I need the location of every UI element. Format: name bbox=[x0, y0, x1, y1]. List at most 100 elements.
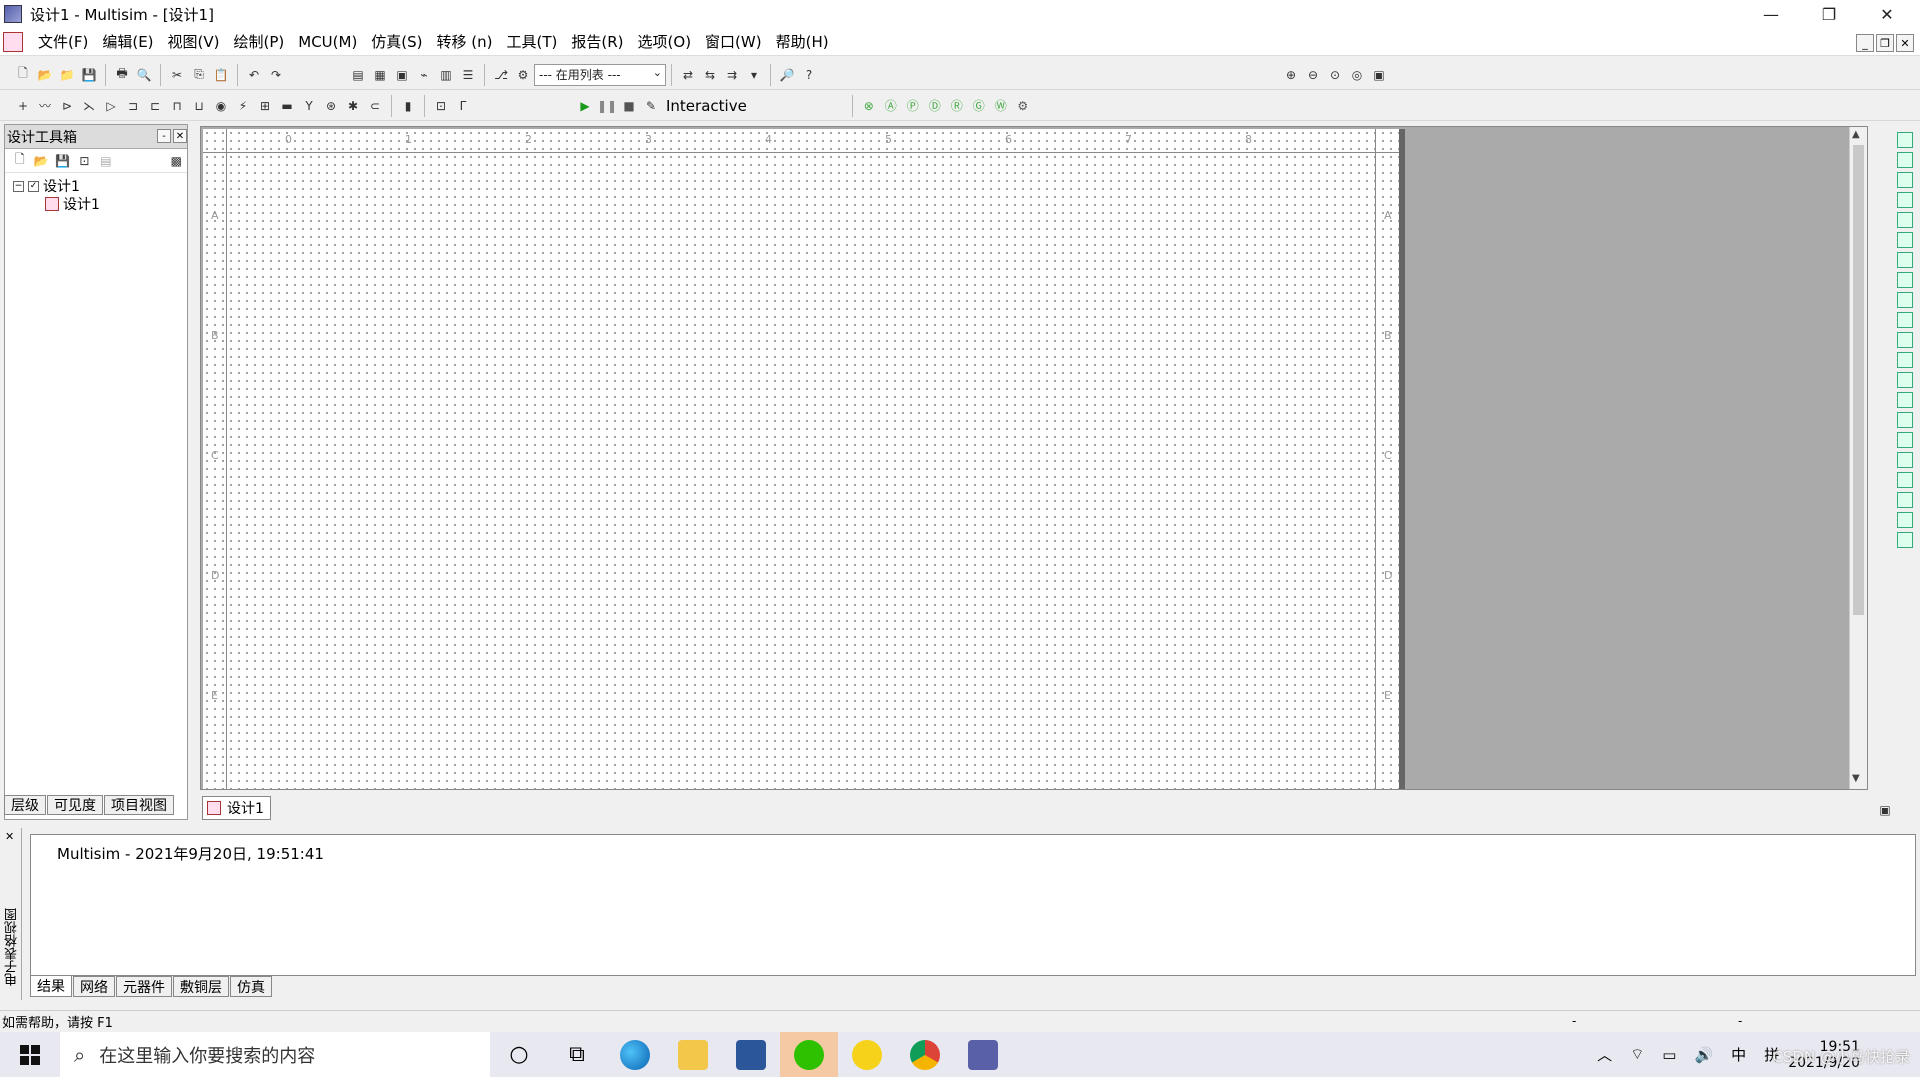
tab-visibility[interactable]: 可见度 bbox=[47, 795, 103, 815]
full-screen-icon[interactable]: ▣ bbox=[1369, 65, 1389, 85]
menu-mcu[interactable]: MCU(M) bbox=[291, 33, 364, 51]
agilent-multimeter-icon[interactable] bbox=[1897, 432, 1913, 448]
place-advanced-peripherals-icon[interactable]: ▬ bbox=[277, 96, 297, 116]
zoom-area-icon[interactable]: ⊙ bbox=[1325, 65, 1345, 85]
close-design-icon[interactable]: ⊡ bbox=[75, 151, 95, 171]
hierarchical-block-icon[interactable]: ⊡ bbox=[431, 96, 451, 116]
mdi-minimize-button[interactable]: _ bbox=[1856, 34, 1874, 52]
probe-power-icon[interactable]: Ⓟ bbox=[903, 96, 923, 116]
word-generator-icon[interactable] bbox=[1897, 272, 1913, 288]
probe-current-icon[interactable]: Ⓐ bbox=[881, 96, 901, 116]
grapher-icon[interactable]: ⌁ bbox=[414, 65, 434, 85]
print-icon[interactable]: 🖶 bbox=[112, 65, 132, 85]
close-button[interactable]: ✕ bbox=[1858, 0, 1916, 28]
restore-button[interactable]: ❐ bbox=[1800, 0, 1858, 28]
place-ni-component-icon[interactable]: ✱ bbox=[343, 96, 363, 116]
document-icon[interactable] bbox=[3, 31, 23, 52]
forward-annotate-icon[interactable]: ⇉ bbox=[722, 65, 742, 85]
design-props-icon[interactable]: ▩ bbox=[166, 151, 186, 171]
ni-elvis-icon[interactable] bbox=[1897, 512, 1913, 528]
new-file-icon[interactable]: 🗋 bbox=[13, 65, 33, 85]
menu-place[interactable]: 绘制(P) bbox=[227, 31, 292, 52]
pause-simulation-icon[interactable]: ❚❚ bbox=[597, 96, 617, 116]
multisim-taskbar-icon[interactable] bbox=[954, 1032, 1012, 1077]
bode-plotter-icon[interactable] bbox=[1897, 232, 1913, 248]
help-icon[interactable]: ? bbox=[799, 65, 819, 85]
place-basic-icon[interactable]: 〰 bbox=[35, 96, 55, 116]
mdi-restore-button[interactable]: ❐ bbox=[1876, 34, 1894, 52]
place-transistor-icon[interactable]: ⋋ bbox=[79, 96, 99, 116]
tab-project-view[interactable]: 项目视图 bbox=[104, 795, 174, 815]
probe-settings-icon[interactable]: ⚙ bbox=[1013, 96, 1033, 116]
menu-tools[interactable]: 工具(T) bbox=[500, 31, 565, 52]
open-sample-icon[interactable]: 📁 bbox=[57, 65, 77, 85]
sheet-view-icon[interactable]: ▣ bbox=[1875, 800, 1895, 820]
tab-hierarchy[interactable]: 层级 bbox=[4, 795, 46, 815]
oscilloscope-icon[interactable] bbox=[1897, 192, 1913, 208]
wechat-icon[interactable] bbox=[780, 1032, 838, 1077]
volume-icon[interactable]: 🔊 bbox=[1694, 1046, 1713, 1064]
tray-expand-icon[interactable]: ︿ bbox=[1597, 1044, 1612, 1065]
labview-instrument-icon[interactable] bbox=[1897, 492, 1913, 508]
place-power-icon[interactable]: ⚡ bbox=[233, 96, 253, 116]
electrical-rules-icon[interactable]: ⚙ bbox=[513, 65, 533, 85]
place-cmos-icon[interactable]: ⊏ bbox=[145, 96, 165, 116]
probe-reference-icon[interactable]: Ⓡ bbox=[947, 96, 967, 116]
place-analog-icon[interactable]: ▷ bbox=[101, 96, 121, 116]
spectrum-analyzer-icon[interactable] bbox=[1897, 372, 1913, 388]
panel-pin-icon[interactable]: - bbox=[157, 129, 171, 143]
zoom-in-icon[interactable]: ⊕ bbox=[1281, 65, 1301, 85]
place-rf-icon[interactable]: Y bbox=[299, 96, 319, 116]
tree-check-icon[interactable]: ✓ bbox=[28, 180, 39, 192]
mdi-close-button[interactable]: ✕ bbox=[1896, 34, 1914, 52]
edge-browser-icon[interactable] bbox=[606, 1032, 664, 1077]
stop-simulation-icon[interactable]: ■ bbox=[619, 96, 639, 116]
place-mcu-icon[interactable]: ▮ bbox=[398, 96, 418, 116]
canvas-vertical-scrollbar[interactable]: ▲ ▼ bbox=[1849, 127, 1867, 789]
schematic-canvas[interactable]: 0 1 2 3 4 5 6 7 8 A B C D E A B C D E ▲ … bbox=[200, 126, 1868, 790]
scroll-down-icon[interactable]: ▼ bbox=[1852, 773, 1860, 784]
annotate-dropdown-icon[interactable]: ▾ bbox=[744, 65, 764, 85]
component-wizard-icon[interactable]: ⎇ bbox=[491, 65, 511, 85]
postprocessor-icon[interactable]: ▥ bbox=[436, 65, 456, 85]
undo-icon[interactable]: ↶ bbox=[244, 65, 264, 85]
file-explorer-icon[interactable] bbox=[664, 1032, 722, 1077]
new-design-icon[interactable]: 🗋 bbox=[10, 151, 30, 171]
probe-voltage-icon[interactable]: ⊗ bbox=[859, 96, 879, 116]
results-pane[interactable]: Multisim - 2021年9月20日, 19:51:41 bbox=[30, 834, 1916, 976]
ime-language-indicator[interactable]: 中 bbox=[1731, 1044, 1746, 1065]
network-analyzer-icon[interactable] bbox=[1897, 392, 1913, 408]
four-channel-oscilloscope-icon[interactable] bbox=[1897, 212, 1913, 228]
tab-nets[interactable]: 网络 bbox=[73, 976, 115, 997]
menu-window[interactable]: 窗口(W) bbox=[698, 31, 769, 52]
qq-music-icon[interactable] bbox=[838, 1032, 896, 1077]
ultiboard-transfer-icon[interactable]: ⇄ bbox=[678, 65, 698, 85]
description-box-icon[interactable]: ☰ bbox=[458, 65, 478, 85]
place-misc-icon[interactable]: ⊞ bbox=[255, 96, 275, 116]
agilent-generator-icon[interactable] bbox=[1897, 412, 1913, 428]
spreadsheet-close-icon[interactable]: ✕ bbox=[5, 830, 14, 843]
place-ttl-icon[interactable]: ⊐ bbox=[123, 96, 143, 116]
menu-help[interactable]: 帮助(H) bbox=[769, 31, 836, 52]
tab-components[interactable]: 元器件 bbox=[116, 976, 172, 997]
backannotate-icon[interactable]: ⇆ bbox=[700, 65, 720, 85]
tree-root-item[interactable]: − ✓ 设计1 bbox=[13, 177, 187, 195]
agilent-oscilloscope-icon[interactable] bbox=[1897, 452, 1913, 468]
logic-analyzer-icon[interactable] bbox=[1897, 312, 1913, 328]
delete-design-icon[interactable]: ▤ bbox=[96, 151, 116, 171]
place-mixed-icon[interactable]: ⊔ bbox=[189, 96, 209, 116]
probe-wizard-icon[interactable]: Ⓦ bbox=[991, 96, 1011, 116]
menu-reports[interactable]: 报告(R) bbox=[564, 31, 630, 52]
zoom-out-icon[interactable]: ⊖ bbox=[1303, 65, 1323, 85]
design-toolbox-toggle-icon[interactable]: ▤ bbox=[348, 65, 368, 85]
tree-child-item[interactable]: 设计1 bbox=[13, 195, 187, 213]
logic-converter-icon[interactable] bbox=[1897, 292, 1913, 308]
place-bus-icon[interactable]: Γ bbox=[453, 96, 473, 116]
start-button[interactable] bbox=[0, 1032, 60, 1077]
schematic-sheet[interactable]: 0 1 2 3 4 5 6 7 8 A B C D E A B C D E bbox=[203, 129, 1405, 789]
chrome-icon[interactable] bbox=[896, 1032, 954, 1077]
place-misc-digital-icon[interactable]: ⊓ bbox=[167, 96, 187, 116]
tab-copper-layers[interactable]: 敷铜层 bbox=[173, 976, 229, 997]
function-generator-icon[interactable] bbox=[1897, 152, 1913, 168]
menu-view[interactable]: 视图(V) bbox=[161, 31, 227, 52]
